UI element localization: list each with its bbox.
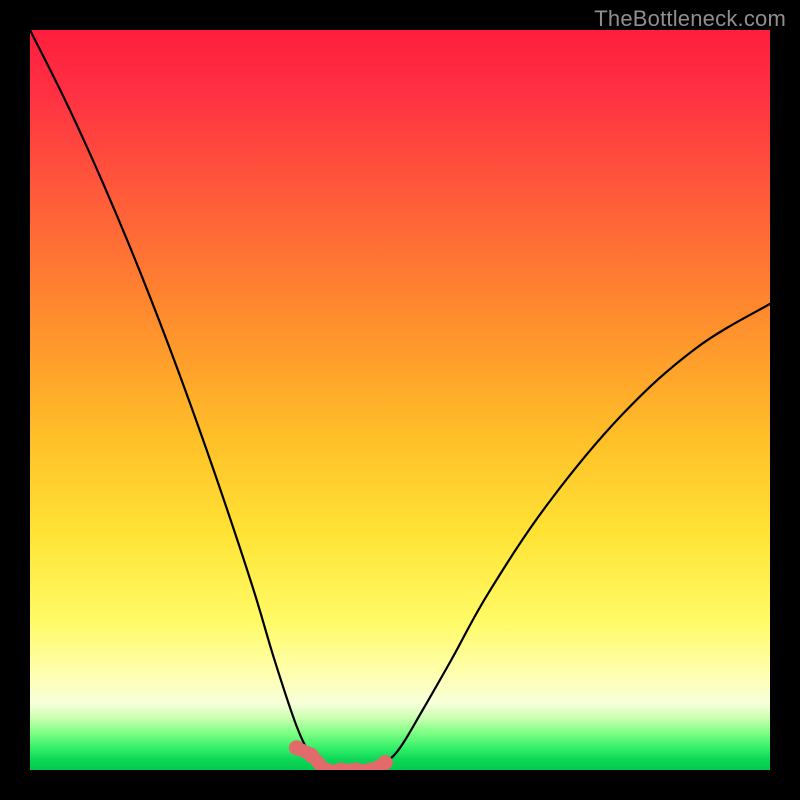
bottleneck-curve [30, 30, 770, 770]
highlight-dot [289, 740, 304, 755]
curve-overlay [30, 30, 770, 770]
chart-frame: TheBottleneck.com [0, 0, 800, 800]
plot-area [30, 30, 770, 770]
watermark-text: TheBottleneck.com [594, 6, 786, 32]
highlight-dot [304, 748, 319, 763]
highlight-dot [378, 755, 393, 770]
